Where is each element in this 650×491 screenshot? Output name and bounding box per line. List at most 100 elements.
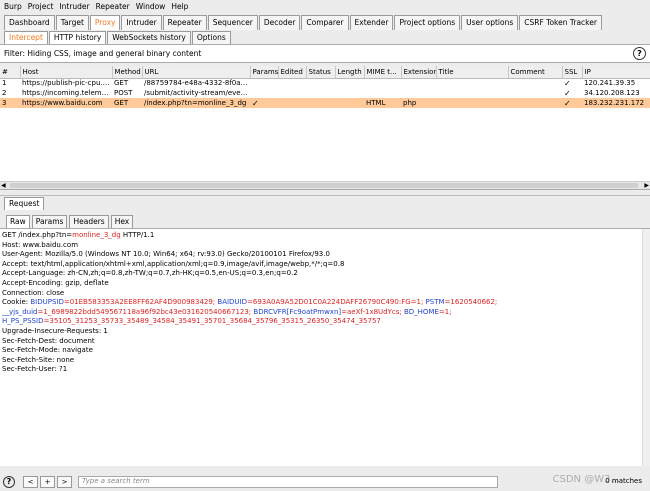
- cell: [278, 88, 306, 98]
- cell: https://www.baidu.com: [20, 98, 112, 108]
- cell: /index.php?tn=monline_3_dg: [142, 98, 250, 108]
- vertical-scrollbar[interactable]: [642, 229, 650, 466]
- view-tabs: Raw Params Headers Hex: [0, 213, 650, 229]
- header-host: Host: www.baidu.com: [2, 240, 79, 249]
- tab-extender[interactable]: Extender: [349, 15, 394, 30]
- col-header-title[interactable]: Title: [436, 66, 509, 79]
- cell: php: [401, 98, 436, 108]
- cell: /submit/activity-stream/events/1/...: [144, 89, 250, 97]
- menu-window[interactable]: Window: [136, 2, 166, 11]
- tab-intruder[interactable]: Intruder: [121, 15, 162, 30]
- request-text: HTTP/1.1: [120, 231, 155, 239]
- scroll-right-icon[interactable]: ▶: [644, 182, 649, 189]
- tab-params[interactable]: Params: [31, 215, 68, 228]
- col-header-ip[interactable]: IP: [582, 66, 650, 79]
- filter-bar[interactable]: Filter: Hiding CSS, image and general bi…: [0, 45, 650, 63]
- table-row[interactable]: 2 https://incoming.telemetry.... POST /s…: [0, 88, 650, 98]
- col-header-method[interactable]: Method: [112, 66, 143, 79]
- tab-comparer[interactable]: Comparer: [301, 15, 349, 30]
- tab-repeater[interactable]: Repeater: [162, 15, 207, 30]
- header-sec-fetch-dest: Sec-Fetch-Dest: document: [2, 336, 95, 345]
- tab-raw[interactable]: Raw: [6, 215, 30, 228]
- header-sec-fetch-user: Sec-Fetch-User: ?1: [2, 365, 68, 374]
- tab-sequencer[interactable]: Sequencer: [207, 15, 258, 30]
- col-header-params[interactable]: Params: [250, 66, 279, 79]
- table-header: # Host Method URL Params Edited Status L…: [0, 66, 650, 79]
- col-header-mime[interactable]: MIME t...: [364, 66, 402, 79]
- ssl-check-icon: ✓: [564, 78, 571, 88]
- cell: GET: [114, 79, 129, 88]
- search-bar: ? < + > Type a search term CSDN @W3... 0…: [0, 472, 650, 491]
- header-connection: Connection: close: [2, 288, 65, 297]
- menu-intruder[interactable]: Intruder: [59, 2, 89, 11]
- menu-repeater[interactable]: Repeater: [96, 2, 130, 11]
- tab-request[interactable]: Request: [4, 197, 45, 210]
- cookie-label: Cookie:: [2, 298, 31, 307]
- tab-headers[interactable]: Headers: [69, 215, 109, 228]
- table-row[interactable]: 1 https://publish-pic-cpu.bai... GET /88…: [0, 78, 650, 88]
- cookie-value: =01EB583353A2EE8FF62AF4D900983429;: [63, 298, 218, 307]
- cookie-name: __yjs_duid: [2, 307, 38, 316]
- col-header-url[interactable]: URL: [142, 66, 251, 79]
- subtab-intercept[interactable]: Intercept: [4, 31, 48, 44]
- horizontal-scrollbar[interactable]: ◀ ▶: [0, 181, 650, 189]
- help-icon[interactable]: ?: [633, 47, 646, 60]
- cookie-value: =693A0A9A52D01C0A224DAFF26790C490:FG=1;: [247, 298, 426, 307]
- cell: https://publish-pic-cpu.bai...: [22, 79, 112, 88]
- cell: [250, 88, 278, 98]
- table-row-selected[interactable]: 3 https://www.baidu.com GET /index.php?t…: [0, 98, 650, 108]
- cell: /88759784-e48a-4332-8f0a-f6409...: [144, 79, 250, 88]
- tab-csrf-token-tracker[interactable]: CSRF Token Tracker: [519, 15, 602, 30]
- cell: [306, 88, 335, 98]
- cookie-value: =1_6989822bdd549567118a96f92bc43e0316205…: [37, 307, 254, 316]
- col-header-extension[interactable]: Extension: [401, 66, 437, 79]
- previous-button[interactable]: <: [23, 475, 38, 488]
- add-button[interactable]: +: [40, 475, 55, 488]
- subtab-http-history[interactable]: HTTP history: [48, 31, 107, 44]
- tab-target[interactable]: Target: [55, 15, 89, 30]
- menu-bar: Burp Project Intruder Repeater Window He…: [0, 0, 650, 12]
- tab-dashboard[interactable]: Dashboard: [4, 15, 55, 30]
- cell: [335, 98, 364, 108]
- tab-user-options[interactable]: User options: [461, 15, 519, 30]
- scroll-thumb[interactable]: [10, 183, 638, 188]
- tab-project-options[interactable]: Project options: [394, 15, 461, 30]
- filter-text[interactable]: Filter: Hiding CSS, image and general bi…: [4, 49, 201, 58]
- cell: [508, 98, 562, 108]
- tab-proxy[interactable]: Proxy: [89, 15, 121, 30]
- subtab-websockets-history[interactable]: WebSockets history: [107, 31, 191, 44]
- menu-help[interactable]: Help: [171, 2, 188, 11]
- request-editor[interactable]: GET /index.php?tn=monline_3_dg HTTP/1.1 …: [0, 229, 650, 466]
- col-header-length[interactable]: Length: [335, 66, 365, 79]
- col-header-comment[interactable]: Comment: [508, 66, 563, 79]
- col-header-host[interactable]: Host: [20, 66, 113, 79]
- menu-burp[interactable]: Burp: [4, 2, 22, 11]
- next-button[interactable]: >: [57, 475, 72, 488]
- col-header-status[interactable]: Status: [306, 66, 336, 79]
- cell: 3: [0, 98, 20, 108]
- ssl-check-icon: ✓: [562, 98, 582, 108]
- col-header-number[interactable]: #: [0, 66, 21, 79]
- cell: [436, 78, 508, 88]
- col-header-edited[interactable]: Edited: [278, 66, 307, 79]
- col-header-ssl[interactable]: SSL: [562, 66, 583, 79]
- search-input[interactable]: Type a search term: [78, 475, 498, 488]
- cell: [364, 88, 401, 98]
- cell: [364, 78, 401, 88]
- proxy-subtabs: Intercept HTTP history WebSockets histor…: [0, 30, 650, 45]
- history-table: # Host Method URL Params Edited Status L…: [0, 66, 650, 190]
- tab-hex[interactable]: Hex: [110, 215, 134, 228]
- params-check-icon: ✓: [250, 98, 278, 108]
- cookie-value: =35105_31253_35733_35489_34584_35491_357…: [43, 317, 381, 326]
- help-icon[interactable]: ?: [3, 475, 15, 488]
- tab-decoder[interactable]: Decoder: [258, 15, 301, 30]
- scroll-left-icon[interactable]: ◀: [1, 182, 6, 189]
- cell: https://incoming.telemetry....: [22, 89, 112, 97]
- menu-project[interactable]: Project: [28, 2, 54, 11]
- header-user-agent: User-Agent: Mozilla/5.0 (Windows NT 10.0…: [2, 250, 330, 259]
- cookie-name: PSTM: [425, 298, 445, 307]
- header-sec-fetch-site: Sec-Fetch-Site: none: [2, 355, 75, 364]
- subtab-options[interactable]: Options: [191, 31, 231, 44]
- header-upgrade-insecure: Upgrade-Insecure-Requests: 1: [2, 326, 108, 335]
- cell: 183.232.231.172: [582, 98, 650, 108]
